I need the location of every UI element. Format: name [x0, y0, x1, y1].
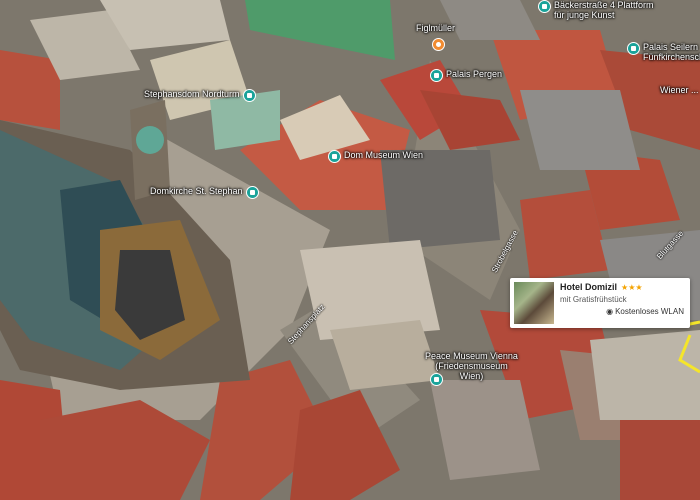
- restaurant-pin-icon: [432, 38, 445, 51]
- hotel-card[interactable]: Hotel Domizil ★★★ mit Gratisfrühstück ◉ Ko…: [510, 278, 690, 328]
- poi-label: Bäckerstraße 4 Plattform für junge Kunst: [554, 0, 654, 20]
- poi-label: Dom Museum Wien: [344, 150, 424, 160]
- poi-figlmueller[interactable]: Figlmüller: [416, 23, 455, 33]
- aerial-map[interactable]: Stephansdom Nordturm Domkirche St. Steph…: [0, 0, 700, 500]
- hotel-photo: [514, 282, 554, 324]
- poi-pin-icon: [538, 0, 551, 13]
- poi-pin-icon: [242, 89, 256, 102]
- poi-pin-icon: [430, 69, 443, 82]
- poi-domkirche[interactable]: Domkirche St. Stephan: [150, 186, 259, 199]
- poi-pin-icon: [627, 42, 640, 55]
- poi-palais-seilern[interactable]: Palais Seilern Fünfkirchensche...: [627, 42, 700, 62]
- poi-figlmueller-pin[interactable]: [432, 38, 445, 51]
- poi-label: Wiener ...: [660, 85, 699, 95]
- poi-label: Palais Seilern Fünfkirchensche...: [643, 42, 700, 62]
- poi-pin-icon: [430, 373, 443, 386]
- poi-label: Domkirche St. Stephan: [150, 186, 243, 196]
- hotel-wifi: ◉ Kostenloses WLAN: [560, 307, 688, 316]
- poi-wiener[interactable]: Wiener ...: [660, 85, 699, 95]
- poi-palais-pergen[interactable]: Palais Pergen: [430, 69, 502, 82]
- poi-label: Stephansdom Nordturm: [144, 89, 240, 99]
- poi-peace-museum-pin[interactable]: [430, 373, 443, 386]
- poi-baeckerstrasse[interactable]: Bäckerstraße 4 Plattform für junge Kunst: [538, 0, 664, 20]
- poi-stephansdom-nordturm[interactable]: Stephansdom Nordturm: [144, 89, 256, 102]
- aerial-imagery: [0, 0, 700, 500]
- poi-pin-icon: [328, 150, 341, 163]
- poi-label: Figlmüller: [416, 23, 456, 33]
- hotel-wifi-label: Kostenloses WLAN: [615, 307, 684, 316]
- poi-label: Palais Pergen: [446, 69, 503, 79]
- poi-dom-museum[interactable]: Dom Museum Wien: [328, 150, 423, 163]
- poi-pin-icon: [245, 186, 259, 199]
- hotel-stars: ★★★: [621, 283, 643, 292]
- hotel-name: Hotel Domizil: [560, 282, 618, 292]
- wifi-icon: ◉: [606, 307, 614, 316]
- hotel-breakfast: mit Gratisfrühstück: [560, 295, 627, 304]
